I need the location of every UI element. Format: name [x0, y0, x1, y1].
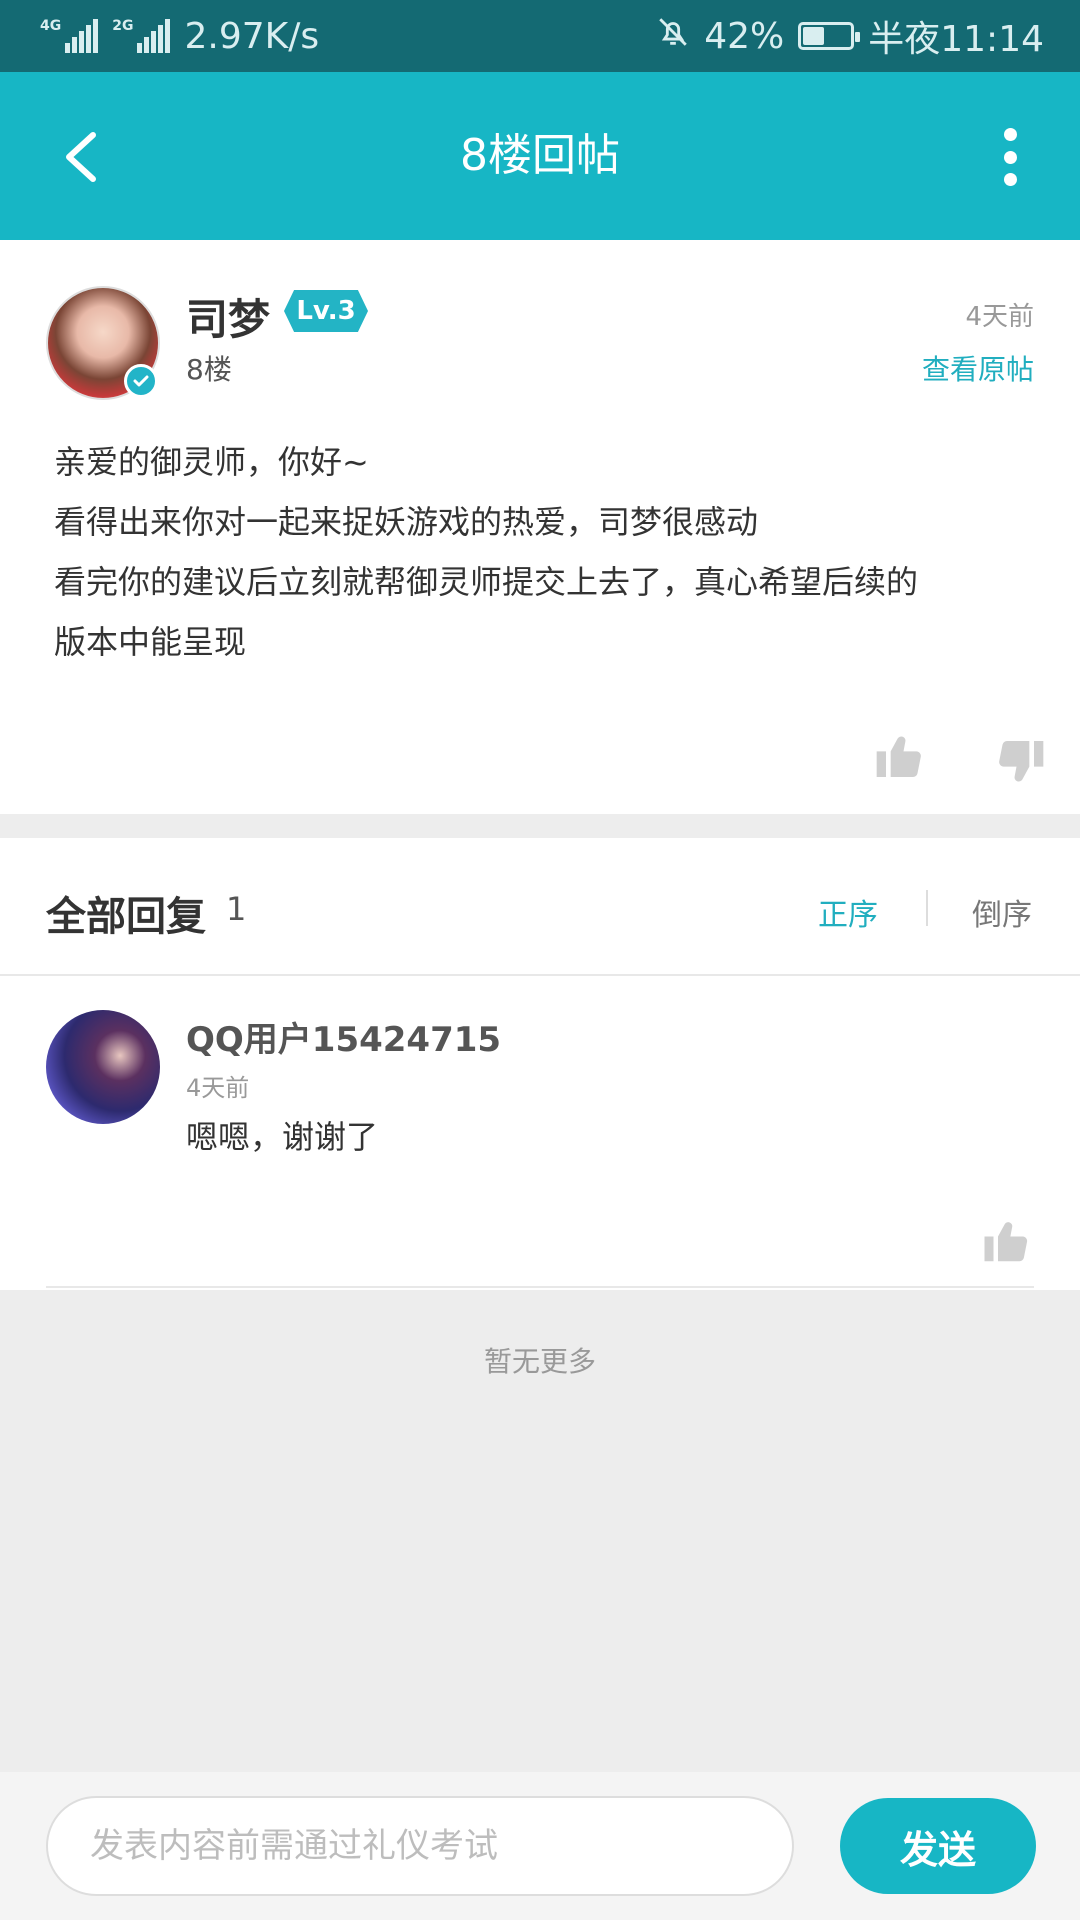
- post-card: 司梦 Lv.3 8楼 4天前 查看原帖 亲爱的御灵师，你好~ 看得出来你对一起来…: [0, 240, 1080, 814]
- post-body: 亲爱的御灵师，你好~ 看得出来你对一起来捉妖游戏的热爱，司梦很感动 看完你的建议…: [54, 432, 1034, 672]
- floor-label: 8楼: [186, 353, 232, 386]
- thumb-up-icon: [876, 736, 921, 778]
- no-more-label: 暂无更多: [483, 1345, 596, 1378]
- network-type-label: 4G: [40, 18, 62, 34]
- battery-icon: [798, 22, 861, 50]
- send-button[interactable]: 发送: [840, 1798, 1036, 1894]
- app-bar: 8楼回帖: [0, 72, 1080, 240]
- clock: 半夜11:14: [868, 19, 1044, 60]
- network-speed: 2.97K/s: [184, 15, 320, 57]
- post-line: 亲爱的御灵师，你好~: [54, 443, 369, 481]
- comment-input[interactable]: [46, 1796, 794, 1896]
- reply-time: 4天前: [186, 1074, 250, 1102]
- verified-icon: [124, 364, 158, 398]
- mute-bell-icon: [656, 15, 690, 58]
- reply-username[interactable]: QQ用户15424715: [186, 1012, 501, 1061]
- divider: [46, 1286, 1034, 1288]
- more-vertical-icon: [1003, 128, 1017, 141]
- thumb-down-icon: [999, 740, 1044, 782]
- view-original-link[interactable]: 查看原帖: [922, 348, 1034, 388]
- dislike-button[interactable]: [992, 734, 1048, 790]
- battery-percent: 42%: [704, 15, 785, 57]
- post-line: 版本中能呈现: [54, 623, 247, 661]
- status-left: 4G 2G 2.97K/s: [40, 16, 319, 57]
- reply-item: QQ用户15424715 4天前 嗯嗯，谢谢了: [0, 976, 1080, 1288]
- thumb-up-icon: [984, 1222, 1028, 1262]
- replies-header: 全部回复 1 正序 倒序: [0, 838, 1080, 976]
- page-title: 8楼回帖: [460, 130, 620, 181]
- more-button[interactable]: [980, 122, 1040, 192]
- status-right: 42% 半夜11:14: [656, 10, 1044, 62]
- level-badge: Lv.3: [284, 290, 368, 332]
- reply-avatar[interactable]: [46, 1010, 160, 1124]
- status-bar: 4G 2G 2.97K/s 42% 半夜11:14: [0, 0, 1080, 72]
- author-name[interactable]: 司梦: [186, 286, 270, 347]
- post-line: 看完你的建议后立刻就帮御灵师提交上去了，真心希望后续的: [54, 563, 919, 601]
- sort-ascending-tab[interactable]: 正序: [818, 890, 878, 934]
- signal-4g-icon: 4G: [40, 18, 99, 53]
- sort-descending-tab[interactable]: 倒序: [972, 890, 1032, 934]
- reply-text: 嗯嗯，谢谢了: [186, 1118, 379, 1156]
- replies-count: 1: [226, 890, 247, 928]
- signal-2g-icon: 2G: [112, 18, 171, 53]
- sort-divider: [926, 890, 928, 926]
- replies-title: 全部回复: [46, 894, 206, 940]
- replies-section: 全部回复 1 正序 倒序 QQ用户15424715 4天前 嗯嗯，谢谢了: [0, 838, 1080, 1290]
- composer-bar: 发送: [0, 1772, 1080, 1920]
- reply-like-button[interactable]: [980, 1214, 1034, 1268]
- like-button[interactable]: [872, 728, 928, 784]
- post-line: 看得出来你对一起来捉妖游戏的热爱，司梦很感动: [54, 503, 759, 541]
- post-time: 4天前: [965, 302, 1034, 332]
- network-type-label-2: 2G: [112, 18, 134, 34]
